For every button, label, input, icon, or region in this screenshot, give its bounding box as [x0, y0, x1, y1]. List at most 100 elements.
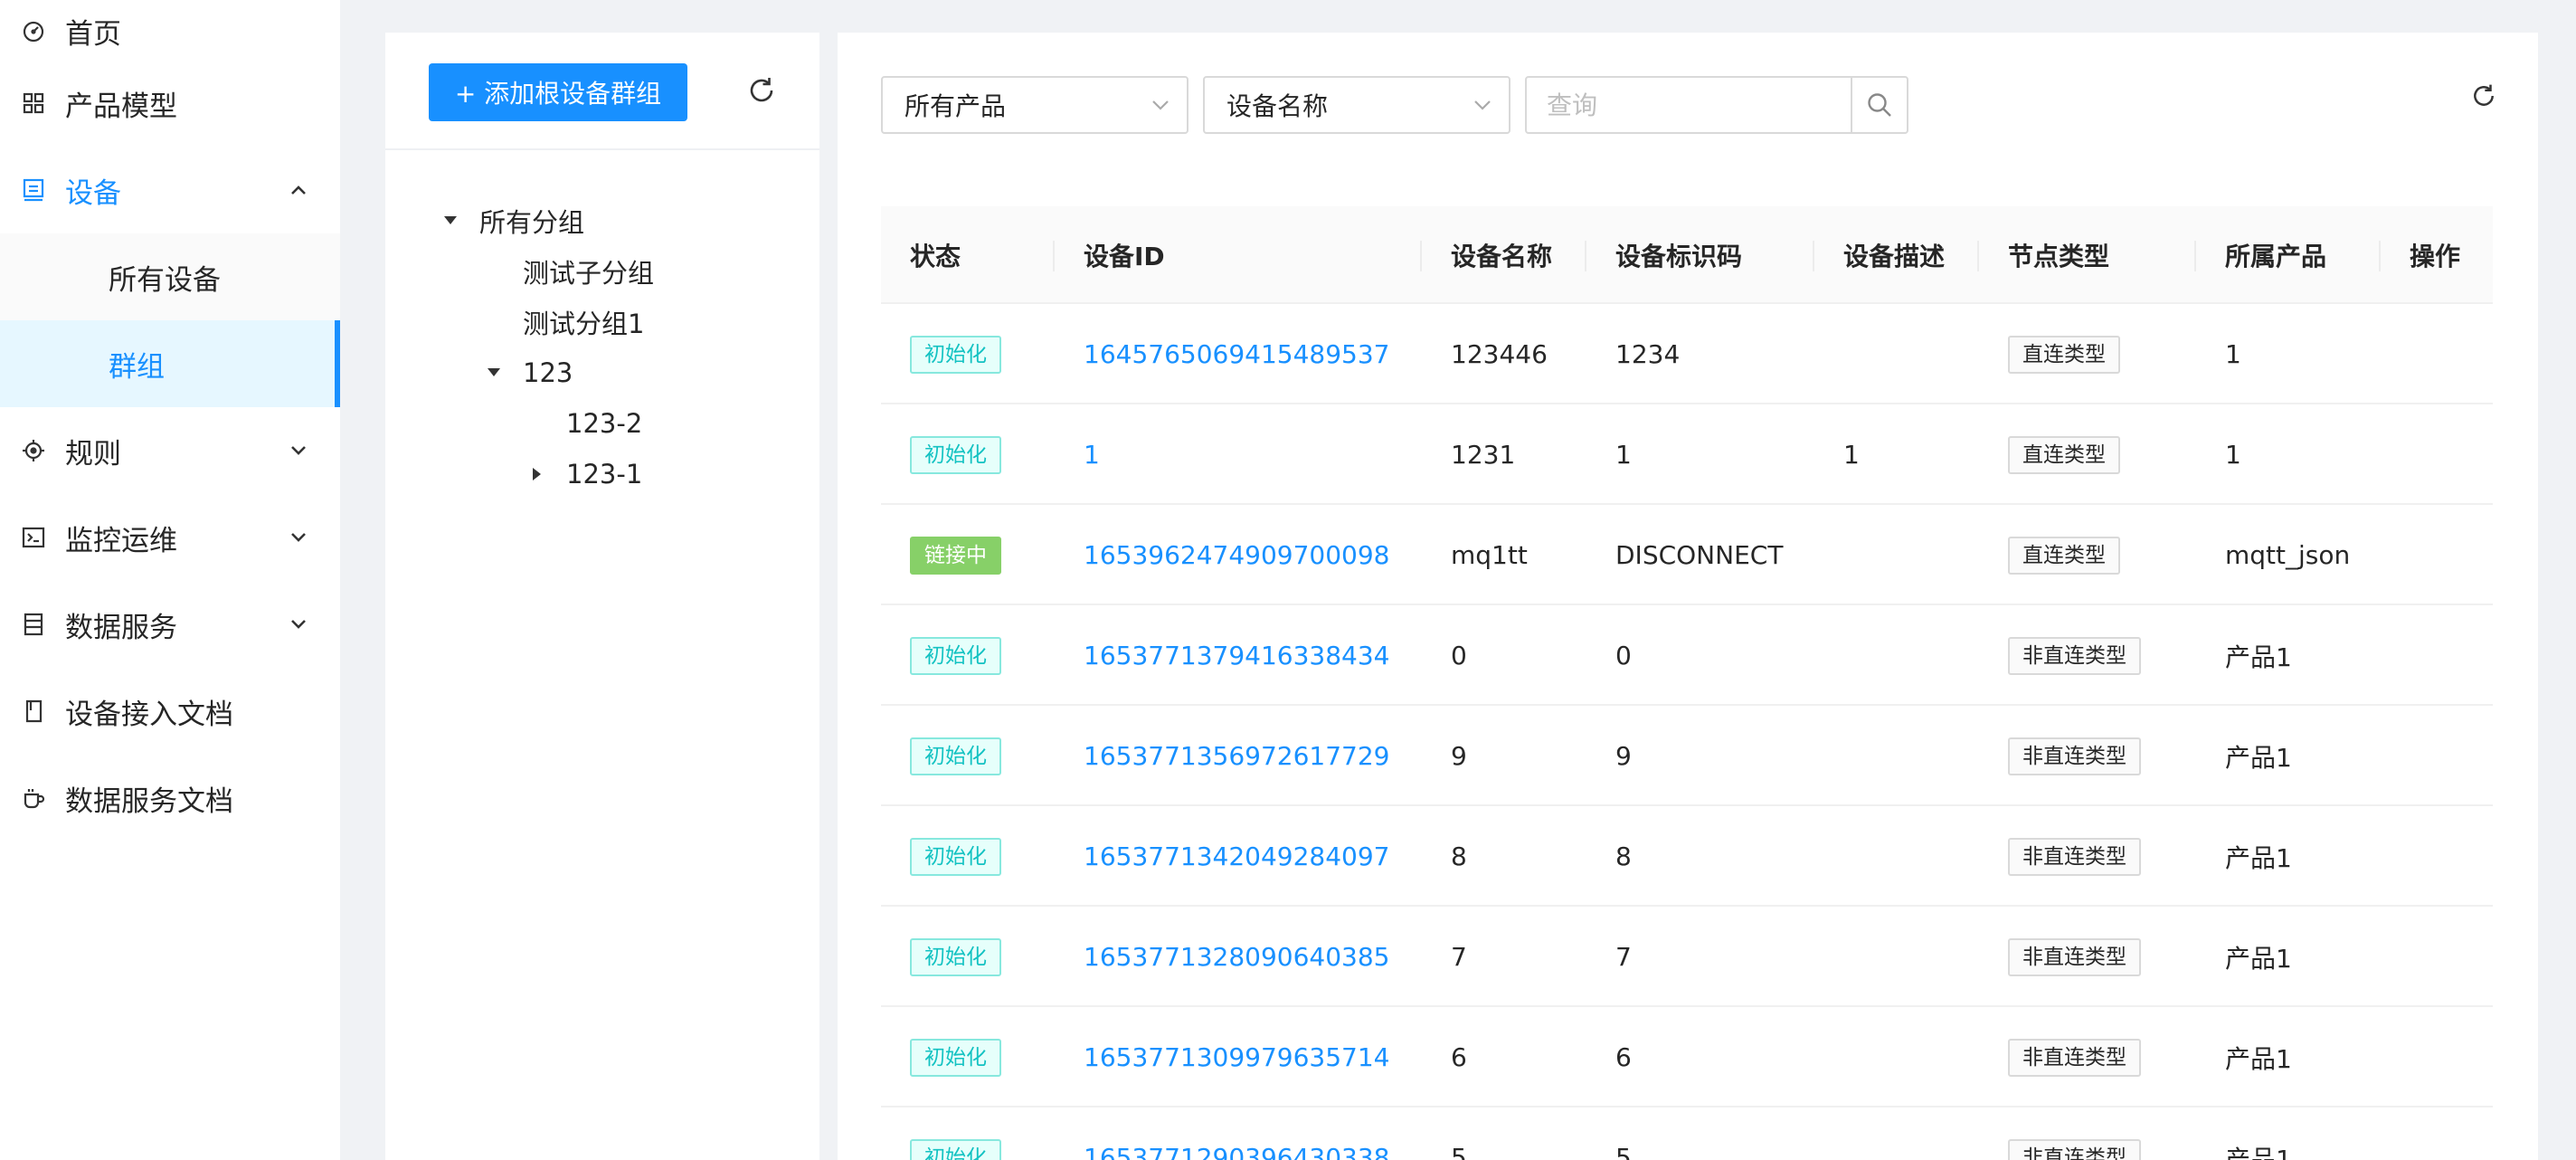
book-icon — [20, 698, 47, 725]
column-separator — [2194, 241, 2196, 271]
product-select[interactable]: 所有产品 — [881, 76, 1189, 134]
caret-down-icon[interactable] — [483, 362, 505, 384]
sidebar-item-label: 监控运维 — [65, 524, 177, 557]
column-header-device-name: 设备名称 — [1451, 242, 1553, 271]
product-name: 产品1 — [2225, 642, 2292, 672]
table-cell-node-type: 非直连类型 — [2008, 806, 2141, 907]
table-body: 初始化 1645765069415489537 123446 1234 直连类型 1 初始化… — [881, 304, 2493, 1160]
table-cell-status: 初始化 — [910, 605, 1001, 706]
device-id-link[interactable]: 1653771328090640385 — [1084, 942, 1389, 972]
table-cell-id[interactable]: 1645765069415489537 — [1084, 304, 1389, 404]
device-name: 9 — [1451, 741, 1467, 771]
select-value: 设备名称 — [1226, 91, 1329, 121]
chevron-down-icon — [1151, 95, 1170, 115]
table-cell-id[interactable]: 1653962474909700098 — [1084, 505, 1389, 605]
tree-node-123-2[interactable]: 123-2 — [385, 398, 819, 449]
sidebar-item-label: 数据服务文档 — [65, 784, 233, 818]
device-name: 5 — [1451, 1143, 1467, 1160]
sidebar-item-data-service[interactable]: 数据服务 — [0, 581, 340, 668]
product-name: 产品1 — [2225, 1043, 2292, 1074]
device-icon — [20, 176, 47, 204]
device-id-link[interactable]: 1653771356972617729 — [1084, 741, 1389, 771]
table-cell-id[interactable]: 1653771290396430338 — [1084, 1108, 1389, 1160]
tree-node-test-group-1[interactable]: 测试分组1 — [385, 297, 819, 347]
caret-right-icon[interactable] — [526, 463, 548, 485]
table-cell-name: 8 — [1451, 806, 1467, 907]
device-id-link[interactable]: 1653771379416338434 — [1084, 641, 1389, 670]
table-cell-node-type: 非直连类型 — [2008, 907, 2141, 1007]
status-badge: 初始化 — [910, 937, 1001, 976]
column-header-device-desc: 设备描述 — [1843, 242, 1946, 271]
device-id-link[interactable]: 1 — [1084, 440, 1100, 470]
node-type-tag: 非直连类型 — [2008, 1038, 2141, 1077]
table-cell-id[interactable]: 1653771379416338434 — [1084, 605, 1389, 706]
column-separator — [2379, 241, 2381, 271]
caret-down-icon[interactable] — [440, 210, 461, 232]
column-separator — [1585, 241, 1586, 271]
device-id-link[interactable]: 1653771290396430338 — [1084, 1143, 1389, 1160]
device-id-link[interactable]: 1653962474909700098 — [1084, 540, 1389, 570]
device-code: 0 — [1615, 641, 1632, 670]
sidebar-item-label: 规则 — [65, 437, 121, 471]
tree-node-all-groups[interactable]: 所有分组 — [385, 195, 819, 246]
table-cell-name: 1231 — [1451, 404, 1515, 505]
column-separator — [1813, 241, 1814, 271]
table-cell-code: 8 — [1615, 806, 1632, 907]
status-badge: 初始化 — [910, 837, 1001, 876]
sidebar-item-device[interactable]: 设备 — [0, 147, 340, 233]
table-cell-id[interactable]: 1653771328090640385 — [1084, 907, 1389, 1007]
sidebar-item-label: 设备接入文档 — [65, 698, 233, 731]
search-button[interactable] — [1851, 76, 1908, 134]
search-input[interactable] — [1525, 76, 1852, 134]
table-cell-node-type: 非直连类型 — [2008, 605, 2141, 706]
column-header-node-type: 节点类型 — [2008, 242, 2110, 271]
device-name: mq1tt — [1451, 540, 1528, 570]
device-id-link[interactable]: 1653771342049284097 — [1084, 841, 1389, 871]
device-id-link[interactable]: 1653771309979635714 — [1084, 1042, 1389, 1072]
code-icon — [20, 524, 47, 551]
sidebar: 首页 产品模型 设备 所有设备 群组 规则 监控运维 数据服务 设备接入文档 数… — [0, 0, 340, 1160]
status-badge: 初始化 — [910, 335, 1001, 374]
group-panel: + 添加根设备群组 所有分组 测试子分组 测试分组1 123 123-2 123… — [385, 33, 819, 1160]
sidebar-item-rules[interactable]: 规则 — [0, 407, 340, 494]
tree-node-test-subgroup[interactable]: 测试子分组 — [385, 246, 819, 297]
table-cell-node-type: 直连类型 — [2008, 404, 2120, 505]
table-cell-id[interactable]: 1 — [1084, 404, 1100, 505]
column-header-product: 所属产品 — [2225, 242, 2327, 271]
field-select[interactable]: 设备名称 — [1203, 76, 1511, 134]
device-code: 8 — [1615, 841, 1632, 871]
table-cell-product: mqtt_json — [2225, 505, 2350, 605]
sidebar-item-all-devices[interactable]: 所有设备 — [0, 233, 340, 320]
status-badge: 初始化 — [910, 1038, 1001, 1077]
table-cell-id[interactable]: 1653771309979635714 — [1084, 1007, 1389, 1108]
sidebar-item-home[interactable]: 首页 — [0, 0, 340, 60]
tree-node-123-1[interactable]: 123-1 — [385, 449, 819, 499]
sidebar-item-product-model[interactable]: 产品模型 — [0, 60, 340, 147]
sidebar-item-monitoring[interactable]: 监控运维 — [0, 494, 340, 581]
table-cell-name: 9 — [1451, 706, 1467, 806]
sidebar-item-data-service-docs[interactable]: 数据服务文档 — [0, 755, 340, 841]
product-name: mqtt_json — [2225, 540, 2351, 570]
refresh-icon[interactable] — [2467, 80, 2500, 112]
tree-node-title: 123-2 — [566, 408, 643, 439]
app: 首页 产品模型 设备 所有设备 群组 规则 监控运维 数据服务 设备接入文档 数… — [0, 0, 2576, 1160]
table-cell-code: 7 — [1615, 907, 1632, 1007]
table-cell-name: 0 — [1451, 605, 1467, 706]
add-root-group-button[interactable]: + 添加根设备群组 — [429, 63, 687, 121]
refresh-icon[interactable] — [743, 72, 780, 109]
sidebar-item-device-access-docs[interactable]: 设备接入文档 — [0, 668, 340, 755]
tree-node-123[interactable]: 123 — [385, 347, 819, 398]
table-cell-node-type: 非直连类型 — [2008, 706, 2141, 806]
device-id-link[interactable]: 1645765069415489537 — [1084, 339, 1389, 369]
table-cell-name: mq1tt — [1451, 505, 1528, 605]
sidebar-item-groups[interactable]: 群组 — [0, 320, 340, 407]
table-cell-product: 产品1 — [2225, 605, 2292, 706]
chevron-down-icon — [286, 612, 311, 637]
sidebar-item-label: 所有设备 — [109, 263, 221, 297]
table-cell-id[interactable]: 1653771356972617729 — [1084, 706, 1389, 806]
chevron-down-icon — [286, 525, 311, 550]
table-cell-id[interactable]: 1653771342049284097 — [1084, 806, 1389, 907]
aim-icon — [20, 437, 47, 464]
node-type-tag: 非直连类型 — [2008, 1138, 2141, 1160]
database-icon — [20, 611, 47, 638]
